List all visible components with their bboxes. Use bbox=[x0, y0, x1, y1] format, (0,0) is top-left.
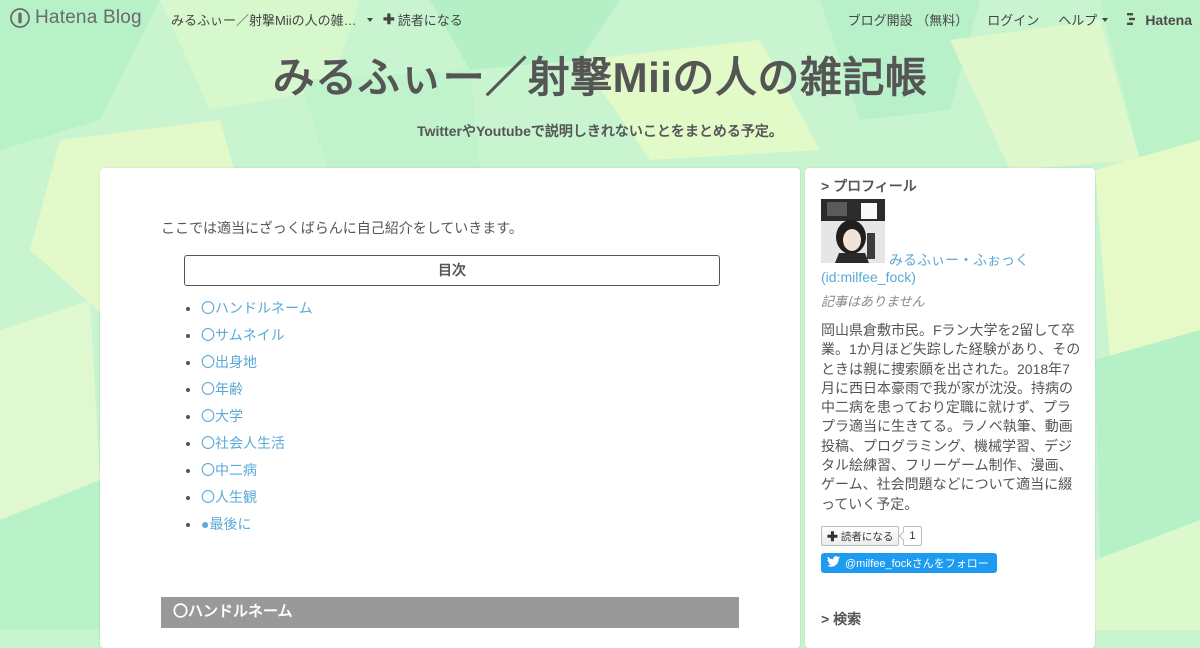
profile-id-link[interactable]: (id:milfee_fock) bbox=[821, 269, 916, 285]
main-article: ここでは適当にざっくばらんに自己紹介をしていきます。 目次 〇ハンドルネーム 〇… bbox=[100, 168, 800, 648]
nav-subscribe-label: 読者になる bbox=[397, 13, 463, 28]
toc-link[interactable]: ●最後に bbox=[201, 516, 251, 532]
open-blog-link[interactable]: ブログ開設 （無料） bbox=[848, 10, 969, 29]
toc-item: 〇サムネイル bbox=[201, 326, 313, 353]
toc-link[interactable]: 〇社会人生活 bbox=[201, 435, 285, 451]
profile-name-link[interactable]: みるふぃー・ふぉっく bbox=[889, 250, 1029, 270]
hatena-logo-icon bbox=[1127, 12, 1141, 28]
toc-item: 〇年齢 bbox=[201, 380, 313, 407]
profile-bio: 岡山県倉敷市民。Fラン大学を2留して卒業。1か月ほど失踪した経験があり、そのとき… bbox=[821, 322, 1081, 512]
toc-link[interactable]: 〇ハンドルネーム bbox=[201, 300, 313, 316]
table-of-contents-title: 目次 bbox=[184, 255, 720, 286]
nav-subscribe-button[interactable]: ✚ 読者になる bbox=[383, 10, 463, 29]
logo-text: Hatena Blog bbox=[35, 7, 142, 28]
nav-blog-title-text: みるふぃー／射撃Miiの人の雑… bbox=[171, 13, 357, 28]
plus-icon: ✚ bbox=[383, 11, 395, 27]
nav-right-links: ブログ開設 （無料） ログイン ヘルプ Hatena bbox=[829, 10, 1192, 29]
hatena-brand-label: Hatena bbox=[1145, 11, 1192, 28]
plus-icon: ✚ bbox=[827, 528, 838, 544]
toc-list: 〇ハンドルネーム 〇サムネイル 〇出身地 〇年齢 〇大学 〇社会人生活 〇中二病… bbox=[184, 299, 313, 542]
toc-item: 〇人生観 bbox=[201, 488, 313, 515]
blog-header: みるふぃー／射撃Miiの人の雑記帳 TwitterやYoutubeで説明しきれな… bbox=[0, 50, 1200, 141]
twitter-follow-button[interactable]: @milfee_fockさんをフォロー bbox=[821, 553, 997, 573]
toc-item: 〇出身地 bbox=[201, 353, 313, 380]
subscribe-widget: ✚ 読者になる 1 bbox=[821, 526, 922, 546]
toc-item: ●最後に bbox=[201, 515, 313, 542]
intro-text: ここでは適当にざっくばらんに自己紹介をしていきます。 bbox=[161, 220, 523, 236]
subscribe-button-label: 読者になる bbox=[840, 530, 894, 543]
toc-item: 〇ハンドルネーム bbox=[201, 299, 313, 326]
section-heading: 〇ハンドルネーム bbox=[161, 597, 739, 628]
blog-description: TwitterやYoutubeで説明しきれないことをまとめる予定。 bbox=[417, 123, 783, 139]
hatena-brand-link[interactable]: Hatena bbox=[1127, 12, 1192, 28]
toc-link[interactable]: 〇中二病 bbox=[201, 462, 257, 478]
avatar[interactable] bbox=[821, 199, 885, 263]
nav-blog-title-dropdown[interactable]: みるふぃー／射撃Miiの人の雑… bbox=[171, 10, 373, 29]
hatena-navbar: Hatena Blog みるふぃー／射撃Miiの人の雑… ✚ 読者になる ブログ… bbox=[0, 0, 1200, 36]
hatena-blog-logo-icon bbox=[10, 8, 30, 28]
toc-link[interactable]: 〇出身地 bbox=[201, 354, 257, 370]
toc-link[interactable]: 〇大学 bbox=[201, 408, 243, 424]
search-module-title: > 検索 bbox=[821, 611, 862, 627]
profile-module-title: > プロフィール bbox=[821, 178, 917, 194]
subscriber-count: 1 bbox=[903, 526, 922, 546]
help-label: ヘルプ bbox=[1058, 13, 1098, 28]
twitter-bird-icon bbox=[827, 556, 840, 570]
toc-item: 〇大学 bbox=[201, 407, 313, 434]
login-link[interactable]: ログイン bbox=[987, 10, 1039, 29]
hatena-blog-logo[interactable]: Hatena Blog bbox=[10, 7, 142, 29]
chevron-down-icon bbox=[366, 17, 373, 22]
sidebar: > プロフィール みるふぃー・ふぉっく (id:milfee_fock) 記事は… bbox=[805, 168, 1095, 648]
toc-link[interactable]: 〇年齢 bbox=[201, 381, 243, 397]
chevron-down-icon bbox=[1102, 17, 1109, 22]
toc-item: 〇中二病 bbox=[201, 461, 313, 488]
blog-title[interactable]: みるふぃー／射撃Miiの人の雑記帳 bbox=[0, 50, 1200, 106]
no-entries-text: 記事はありません bbox=[821, 294, 925, 309]
toc-link[interactable]: 〇人生観 bbox=[201, 489, 257, 505]
twitter-follow-label: @milfee_fockさんをフォロー bbox=[845, 558, 989, 570]
help-dropdown[interactable]: ヘルプ bbox=[1058, 10, 1109, 29]
subscribe-button[interactable]: ✚ 読者になる bbox=[821, 526, 900, 546]
toc-item: 〇社会人生活 bbox=[201, 434, 313, 461]
toc-link[interactable]: 〇サムネイル bbox=[201, 327, 285, 343]
